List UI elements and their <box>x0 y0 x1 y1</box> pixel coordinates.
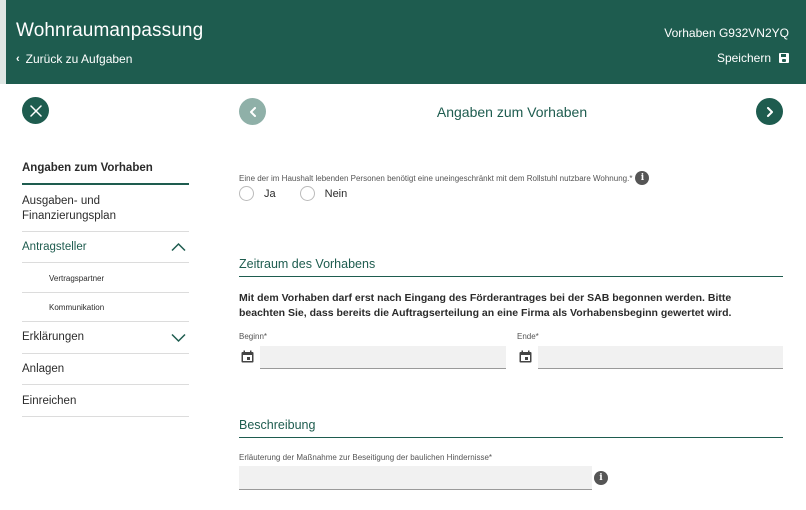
ende-label: Ende* <box>517 332 539 341</box>
rollstuhl-question-text: Eine der im Haushalt lebenden Personen b… <box>239 173 633 183</box>
beginn-date-input[interactable] <box>260 346 506 369</box>
nav-item-label: Antragsteller <box>22 241 87 253</box>
calendar-icon[interactable] <box>519 350 532 363</box>
section-heading: Angaben zum Vorhaben <box>436 104 588 120</box>
nav-item-anlagen[interactable]: Anlagen <box>22 354 189 385</box>
save-button[interactable]: Speichern <box>717 51 789 65</box>
radio-button[interactable] <box>239 186 254 201</box>
chevron-left-icon: ‹ <box>16 53 20 65</box>
nav-item-label: Anlagen <box>22 363 65 375</box>
save-label: Speichern <box>716 51 771 65</box>
nav-subitem-kommunikation[interactable]: Kommunikation <box>22 293 189 322</box>
ende-date-input[interactable] <box>538 346 783 369</box>
app-header: Wohnraumanpassung ‹ Zurück zu Aufgaben V… <box>0 0 806 84</box>
chevron-left-icon <box>249 106 256 117</box>
save-icon <box>779 53 789 63</box>
info-icon[interactable]: i <box>594 471 608 485</box>
chevron-down-icon <box>171 333 186 342</box>
erlaeuterung-label: Erläuterung der Maßnahme zur Beseitigung… <box>239 453 493 462</box>
nav-item-label: Vertragspartner <box>49 274 105 283</box>
nav-item-label: Ausgaben- und Finanzierungsplan <box>22 195 116 222</box>
beschreibung-heading: Beschreibung <box>239 418 783 438</box>
info-icon[interactable]: i <box>635 171 650 185</box>
previous-section-button[interactable] <box>239 98 266 125</box>
nav-item-ausgaben-finanzierungsplan[interactable]: Ausgaben- und Finanzierungsplan <box>22 185 189 232</box>
close-icon <box>29 104 42 117</box>
nav-item-erklaerungen[interactable]: Erklärungen <box>22 322 189 354</box>
radio-button[interactable] <box>299 186 315 201</box>
chevron-up-icon <box>171 242 186 252</box>
nav-item-label: Einreichen <box>22 395 77 407</box>
calendar-icon[interactable] <box>241 350 254 363</box>
nav-item-einreichen[interactable]: Einreichen <box>22 385 189 417</box>
nav-item-antragsteller[interactable]: Antragsteller <box>22 232 189 263</box>
close-button[interactable] <box>22 97 49 124</box>
beginn-label: Beginn* <box>239 332 268 341</box>
back-to-tasks-link[interactable]: ‹ Zurück zu Aufgaben <box>16 52 132 66</box>
next-section-button[interactable] <box>756 98 783 125</box>
radio-nein-label: Nein <box>324 187 348 200</box>
nav-item-label: Erklärungen <box>22 331 85 343</box>
nav-item-angaben-zum-vorhaben[interactable]: Angaben zum Vorhaben <box>22 152 189 185</box>
radio-ja[interactable]: Ja <box>239 186 276 201</box>
nav-subitem-vertragspartner[interactable]: Vertragspartner <box>22 263 189 293</box>
nav-item-label: Angaben zum Vorhaben <box>22 162 153 174</box>
radio-nein[interactable]: Nein <box>299 186 348 201</box>
vorhaben-id: Vorhaben G932VN2YQ <box>664 26 789 40</box>
radio-ja-label: Ja <box>264 187 276 200</box>
chevron-right-icon <box>766 106 773 117</box>
rollstuhl-radio-group: Ja Nein <box>239 186 347 201</box>
back-link-label: Zurück zu Aufgaben <box>25 52 133 66</box>
zeitraum-notice: Mit dem Vorhaben darf erst nach Eingang … <box>239 292 732 319</box>
rollstuhl-question: Eine der im Haushalt lebenden Personen b… <box>239 171 650 185</box>
sidebar-nav: Angaben zum Vorhaben Ausgaben- und Finan… <box>22 152 189 417</box>
erlaeuterung-input[interactable] <box>239 466 592 490</box>
nav-item-label: Kommunikation <box>49 303 105 312</box>
zeitraum-heading: Zeitraum des Vorhabens <box>239 257 783 277</box>
app-title: Wohnraumanpassung <box>16 20 204 41</box>
